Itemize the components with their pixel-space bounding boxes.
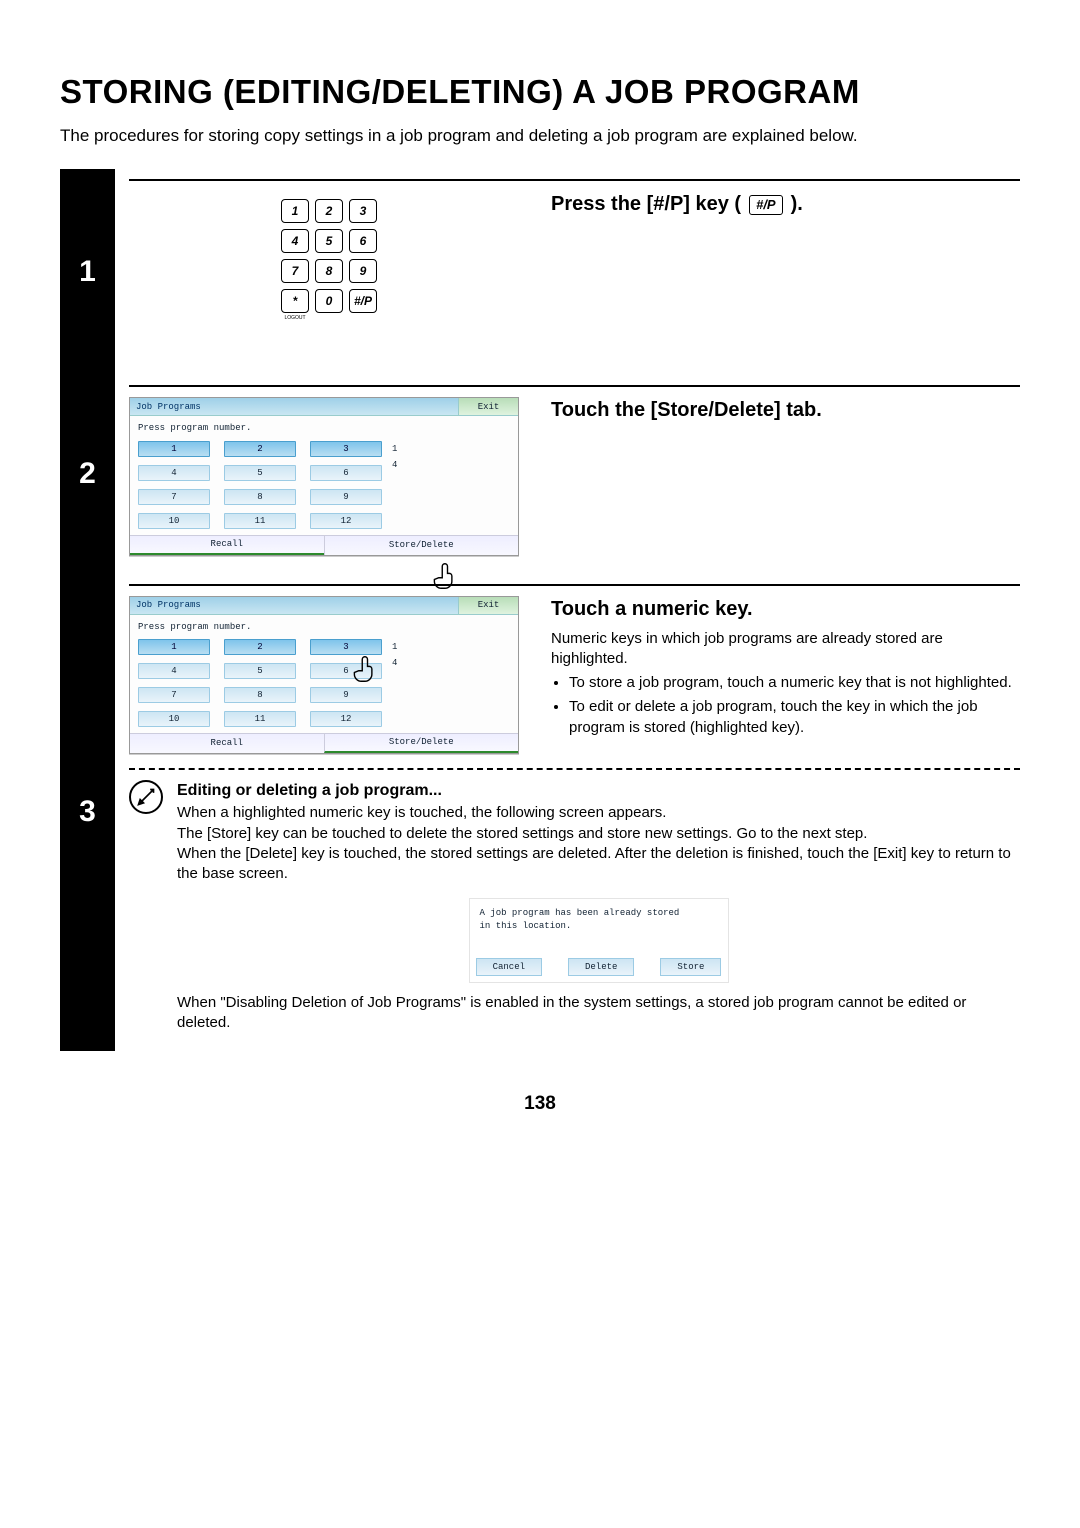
note-line-2: The [Store] key can be touched to delete… [177,824,1020,844]
keypad-1[interactable]: 1 [281,199,309,223]
delete-button[interactable]: Delete [568,958,634,976]
numkey-11[interactable]: 11 [224,711,296,727]
exit-button[interactable]: Exit [458,597,518,614]
exit-button[interactable]: Exit [458,398,518,415]
divider [129,385,1020,387]
step-1-heading-suffix: ). [791,191,803,218]
tab-recall[interactable]: Recall [130,536,324,555]
numkey-10[interactable]: 10 [138,711,210,727]
step-number-3: 3 [60,574,115,1052]
tab-store-delete[interactable]: Store/Delete [324,734,519,753]
numkey-8[interactable]: 8 [224,687,296,703]
keypad-2[interactable]: 2 [315,199,343,223]
note-closing: When "Disabling Deletion of Job Programs… [177,993,1020,1034]
page-indicator: 1 4 [392,639,397,727]
step-3-bullet-2: To edit or delete a job program, touch t… [569,697,1020,738]
step-1-heading: Press the [#/P] key ( #/P ). [551,191,1020,218]
step-2: 2 Job Programs Exit Press program number… [60,375,1020,573]
step-number-1: 1 [60,169,115,375]
tab-recall[interactable]: Recall [130,734,324,753]
note-line-3: When the [Delete] key is touched, the st… [177,844,1020,885]
keypad-8[interactable]: 8 [315,259,343,283]
dashed-divider [129,768,1020,770]
step-number-2: 2 [60,375,115,573]
keypad-hashp[interactable]: #/P [349,289,377,313]
numkey-1[interactable]: 1 [138,441,210,457]
page-indicator-total: 4 [392,657,397,669]
numkey-6[interactable]: 6 [310,465,382,481]
step-3: 3 Job Programs Exit Press program number… [60,574,1020,1052]
step-3-bullet-1: To store a job program, touch a numeric … [569,673,1020,693]
step-1-heading-prefix: Press the [#/P] key ( [551,191,741,218]
keypad-7[interactable]: 7 [281,259,309,283]
numkey-10[interactable]: 10 [138,513,210,529]
keypad-9[interactable]: 9 [349,259,377,283]
numkey-4[interactable]: 4 [138,663,210,679]
tab-store-delete[interactable]: Store/Delete [324,536,519,555]
note-line-1: When a highlighted numeric key is touche… [177,803,1020,823]
step-3-sub: Numeric keys in which job programs are a… [551,629,1020,670]
numkey-3[interactable]: 3 [310,441,382,457]
keypad-star[interactable]: * [281,289,309,313]
numkey-7[interactable]: 7 [138,489,210,505]
page-indicator: 1 4 [392,441,397,529]
step-3-heading: Touch a numeric key. [551,596,1020,623]
step2-panel: Job Programs Exit Press program number. … [129,397,519,555]
numkey-11[interactable]: 11 [224,513,296,529]
numkey-4[interactable]: 4 [138,465,210,481]
intro-text: The procedures for storing copy settings… [60,125,1020,148]
step-2-heading: Touch the [Store/Delete] tab. [551,397,1020,424]
numkey-2[interactable]: 2 [224,639,296,655]
numkey-7[interactable]: 7 [138,687,210,703]
numkey-2[interactable]: 2 [224,441,296,457]
page-indicator-current: 1 [392,641,397,653]
panel-sub: Press program number. [130,416,518,436]
dialog-line-1: A job program has been already stored [480,907,718,919]
numeric-key-grid: 1 2 3 4 5 6 7 8 9 10 11 [138,639,382,727]
panel-title: Job Programs [130,597,458,614]
keypad-3[interactable]: 3 [349,199,377,223]
keypad-4[interactable]: 4 [281,229,309,253]
numkey-5[interactable]: 5 [224,663,296,679]
divider [129,179,1020,181]
divider [129,584,1020,586]
panel-title: Job Programs [130,398,458,415]
numkey-3[interactable]: 3 [310,639,382,655]
step-1: 1 1 2 3 4 5 6 7 8 9 [60,169,1020,375]
keypad-5[interactable]: 5 [315,229,343,253]
numkey-9[interactable]: 9 [310,489,382,505]
cancel-button[interactable]: Cancel [476,958,542,976]
keypad-6[interactable]: 6 [349,229,377,253]
page-indicator-total: 4 [392,459,397,471]
numkey-8[interactable]: 8 [224,489,296,505]
note-heading: Editing or deleting a job program... [177,780,1020,802]
numkey-1[interactable]: 1 [138,639,210,655]
step-3-bullets: To store a job program, touch a numeric … [569,673,1020,738]
numeric-key-grid: 1 2 3 4 5 6 7 8 9 10 11 [138,441,382,529]
note-icon [129,780,163,814]
note-block: Editing or deleting a job program... Whe… [129,780,1020,1034]
page-number: 138 [60,1091,1020,1117]
logout-label: LOGOUT [281,315,309,339]
step3-panel: Job Programs Exit Press program number. … [129,596,519,754]
confirm-dialog: A job program has been already stored in… [469,898,729,982]
dialog-line-2: in this location. [480,920,718,932]
keypad: 1 2 3 4 5 6 7 8 9 * 0 #/P LOGOUT [281,199,377,343]
numkey-9[interactable]: 9 [310,687,382,703]
hashp-key-icon: #/P [749,195,783,215]
numkey-12[interactable]: 12 [310,513,382,529]
page-indicator-current: 1 [392,443,397,455]
store-button[interactable]: Store [660,958,721,976]
keypad-0[interactable]: 0 [315,289,343,313]
numkey-12[interactable]: 12 [310,711,382,727]
numkey-5[interactable]: 5 [224,465,296,481]
panel-sub: Press program number. [130,615,518,635]
numkey-6[interactable]: 6 [310,663,382,679]
page-title: STORING (EDITING/DELETING) A JOB PROGRAM [60,70,1020,115]
